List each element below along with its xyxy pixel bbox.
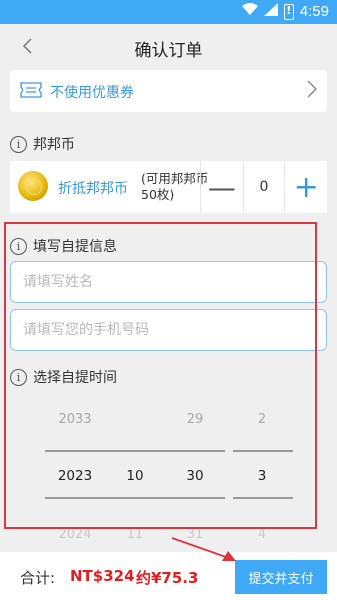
- ticket-icon: [20, 82, 42, 98]
- month-selected[interactable]: 10: [105, 461, 165, 491]
- coin-section-header: i 邦邦币: [10, 134, 75, 154]
- phone-input[interactable]: [10, 309, 327, 351]
- coupon-selector[interactable]: 不使用优惠券: [10, 70, 327, 112]
- coin-icon: [18, 171, 48, 201]
- section-title: 选择自提时间: [33, 370, 117, 386]
- status-icons: ! 4:59: [241, 3, 329, 20]
- coupon-label: 不使用优惠券: [50, 85, 134, 101]
- section-title: 邦邦币: [33, 137, 75, 153]
- checkout-bar: 合计: NT$324 约¥75.3 提交并支付: [0, 552, 337, 600]
- year-selected[interactable]: 2023: [35, 461, 115, 491]
- month-option[interactable]: 11: [105, 520, 165, 550]
- submit-pay-button[interactable]: 提交并支付: [235, 560, 327, 594]
- picker-row-prev: 2033 29 2: [10, 405, 310, 435]
- picker-selection-line-bottom: [45, 497, 225, 499]
- minus-button[interactable]: —: [201, 161, 243, 213]
- year-option[interactable]: 2033: [35, 405, 115, 435]
- month-option[interactable]: [105, 405, 165, 435]
- status-time: 4:59: [299, 3, 329, 20]
- picker-selection-line-bottom: [233, 497, 293, 499]
- arrow-annotation-icon: [171, 537, 236, 561]
- day-selected[interactable]: 30: [165, 461, 225, 491]
- picker-selection-line-top: [45, 450, 225, 452]
- battery-icon: !: [283, 3, 294, 20]
- coin-redeem-row: 折抵邦邦币 (可用邦邦币 50枚) — 0 +: [10, 161, 327, 213]
- pickup-section-header: i 填写自提信息: [10, 236, 117, 256]
- year-option[interactable]: 2024: [35, 520, 115, 550]
- wifi-icon: [241, 3, 258, 20]
- section-title: 填写自提信息: [33, 239, 117, 255]
- day-option[interactable]: 29: [165, 405, 225, 435]
- signal-icon: [263, 3, 278, 20]
- coin-quantity-value[interactable]: 0: [242, 161, 286, 213]
- status-bar: ! 4:59: [0, 0, 337, 24]
- total-amount: NT$324: [70, 567, 135, 585]
- page-title: 确认订单: [134, 41, 203, 61]
- plus-button[interactable]: +: [285, 161, 327, 213]
- hour-option[interactable]: 2: [232, 405, 292, 435]
- total-label: 合计:: [20, 569, 56, 587]
- total-approx-amount: 约¥75.3: [136, 569, 199, 587]
- nav-bar: 确认订单: [0, 24, 337, 70]
- picker-selection-line-top: [233, 450, 293, 452]
- coin-quantity-stepper: — 0 +: [200, 161, 327, 213]
- name-input[interactable]: [10, 261, 327, 303]
- picker-row-next: 2024 11 31 4: [10, 520, 310, 550]
- battery-alert-glyph: !: [286, 3, 292, 17]
- time-section-header: i 选择自提时间: [10, 367, 117, 387]
- hour-option[interactable]: 4: [232, 520, 292, 550]
- info-icon: i: [10, 237, 27, 255]
- pickup-date-picker[interactable]: 2033 29 2 2023 10 30 3 2024 11 31 4: [10, 400, 310, 550]
- hour-selected[interactable]: 3: [232, 461, 292, 491]
- chevron-right-icon: [307, 79, 318, 103]
- info-icon: i: [10, 135, 27, 153]
- picker-row-selected: 2023 10 30 3: [10, 461, 310, 491]
- info-icon: i: [10, 368, 27, 386]
- coin-redeem-label[interactable]: 折抵邦邦币: [58, 178, 128, 198]
